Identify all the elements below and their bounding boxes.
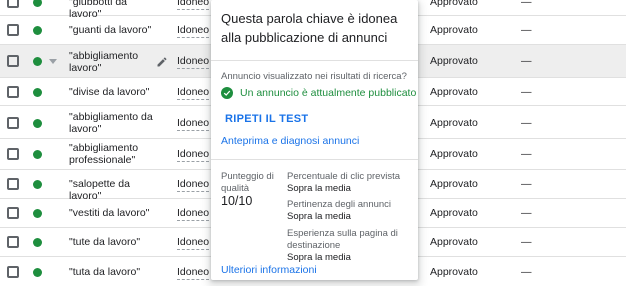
divider (211, 60, 418, 61)
preview-diagnosis-link[interactable]: Anteprima e diagnosi annunci (221, 135, 359, 148)
pencil-icon[interactable] (156, 55, 168, 67)
status-dot-icon (33, 268, 42, 277)
eligibility-status[interactable]: Idoneo (177, 117, 210, 131)
ad-shown-question: Annuncio visualizzato nei risultati di r… (221, 71, 407, 82)
eligibility-status[interactable]: Idoneo (177, 86, 210, 100)
status-dot-icon (33, 180, 42, 189)
approval-status: Approvato (430, 236, 478, 248)
status-dot-icon (33, 238, 42, 247)
empty-cell: — (521, 178, 532, 190)
approval-status: Approvato (430, 117, 478, 129)
keyword-text[interactable]: "tuta da lavoro" (69, 266, 155, 278)
empty-cell: — (521, 148, 532, 160)
keyword-text[interactable]: "divise da lavoro" (69, 86, 155, 98)
empty-cell: — (521, 0, 532, 8)
status-dot-icon (33, 26, 42, 35)
row-checkbox[interactable] (7, 207, 19, 219)
empty-cell: — (521, 207, 532, 219)
status-dot-icon (33, 209, 42, 218)
check-circle-icon (221, 87, 233, 99)
empty-cell: — (521, 24, 532, 36)
row-checkbox[interactable] (7, 55, 19, 67)
eligibility-status[interactable]: Idoneo (177, 24, 210, 38)
status-dot-icon (33, 150, 42, 159)
keyword-text[interactable]: "abbigliamento professionale" (69, 142, 155, 166)
row-checkbox[interactable] (7, 0, 19, 8)
approval-status: Approvato (430, 86, 478, 98)
quality-score-value: 10/10 (221, 194, 253, 208)
eligibility-status[interactable]: Idoneo (177, 178, 210, 192)
eligibility-status[interactable]: Idoneo (177, 207, 210, 221)
dropdown-arrow-icon[interactable] (49, 59, 57, 64)
approval-status: Approvato (430, 207, 478, 219)
ad-relevance-value: Sopra la media (287, 211, 351, 222)
approval-status: Approvato (430, 0, 478, 8)
empty-cell: — (521, 236, 532, 248)
keyword-text[interactable]: "abbigliamento da lavoro" (69, 111, 155, 135)
keyword-text[interactable]: "vestiti da lavoro" (69, 207, 155, 219)
published-status: Un annuncio è attualmente pubblicato (240, 87, 417, 99)
empty-cell: — (521, 86, 532, 98)
retest-button[interactable]: RIPETI IL TEST (225, 112, 308, 126)
empty-cell: — (521, 117, 532, 129)
keyword-text[interactable]: "abbigliamento lavoro" (69, 50, 155, 74)
quality-score-label: Punteggio di qualità (221, 171, 274, 194)
eligibility-status[interactable]: Idoneo (177, 55, 210, 69)
row-checkbox[interactable] (7, 236, 19, 248)
row-checkbox[interactable] (7, 24, 19, 36)
status-dot-icon (33, 0, 42, 7)
divider (211, 159, 418, 160)
popup-title: Questa parola chiave è idonea alla pubbl… (221, 11, 398, 45)
landing-page-label: Esperienza sulla pagina di destinazione (287, 228, 398, 251)
keyword-text[interactable]: "guanti da lavoro" (69, 24, 155, 36)
keyword-text[interactable]: "tute da lavoro" (69, 236, 155, 248)
eligibility-status[interactable]: Idoneo (177, 148, 210, 162)
row-checkbox[interactable] (7, 266, 19, 278)
row-checkbox[interactable] (7, 178, 19, 190)
ad-relevance-label: Pertinenza degli annunci (287, 199, 392, 210)
approval-status: Approvato (430, 178, 478, 190)
row-checkbox[interactable] (7, 148, 19, 160)
status-dot-icon (33, 57, 42, 66)
empty-cell: — (521, 266, 532, 278)
status-dot-icon (33, 119, 42, 128)
eligibility-popup: Questa parola chiave è idonea alla pubbl… (211, 0, 418, 280)
more-info-link[interactable]: Ulteriori informazioni (221, 264, 317, 277)
approval-status: Approvato (430, 266, 478, 278)
row-checkbox[interactable] (7, 86, 19, 98)
eligibility-status[interactable]: Idoneo (177, 266, 210, 280)
approval-status: Approvato (430, 24, 478, 36)
eligibility-status[interactable]: Idoneo (177, 236, 210, 250)
row-checkbox[interactable] (7, 117, 19, 129)
empty-cell: — (521, 55, 532, 67)
landing-page-value: Sopra la media (287, 252, 351, 263)
expected-ctr-label: Percentuale di clic prevista (287, 171, 400, 182)
approval-status: Approvato (430, 55, 478, 67)
status-dot-icon (33, 88, 42, 97)
approval-status: Approvato (430, 148, 478, 160)
expected-ctr-value: Sopra la media (287, 183, 351, 194)
eligibility-status[interactable]: Idoneo (177, 0, 210, 10)
